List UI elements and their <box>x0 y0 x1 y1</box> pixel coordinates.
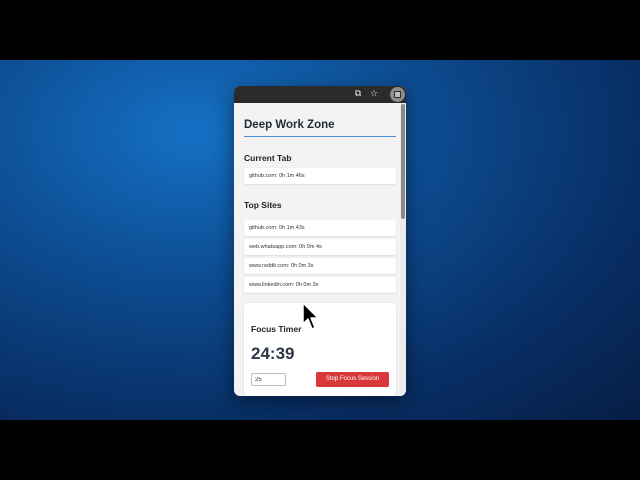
current-tab-entry: github.com: 0h 1m 46s <box>244 168 396 184</box>
minutes-input[interactable] <box>251 373 286 386</box>
list-item: github.com: 0h 1m 43s <box>244 220 396 236</box>
cast-icon[interactable]: ⧉ <box>352 88 364 100</box>
list-item: www.reddit.com: 0h 0m 3s <box>244 258 396 274</box>
top-sites-heading: Top Sites <box>244 200 282 210</box>
stop-focus-session-button[interactable]: Stop Focus Session <box>316 372 389 387</box>
star-icon[interactable]: ☆ <box>368 88 380 100</box>
extension-icon[interactable] <box>390 87 405 102</box>
focus-timer-heading: Focus Timer <box>251 324 302 334</box>
scrollbar-thumb[interactable] <box>401 104 405 219</box>
list-item: www.linkedin.com: 0h 0m 3s <box>244 277 396 293</box>
mouse-cursor-icon <box>302 302 319 330</box>
browser-toolbar: ⧉ ☆ <box>234 86 406 103</box>
page-title: Deep Work Zone <box>244 119 335 131</box>
letterbox-bottom <box>0 420 640 480</box>
extension-popup: ⧉ ☆ Deep Work Zone Current Tab github.co… <box>234 86 406 396</box>
list-item: web.whatsapp.com: 0h 0m 4s <box>244 239 396 255</box>
title-divider <box>244 136 396 137</box>
popup-content: Deep Work Zone Current Tab github.com: 0… <box>234 103 406 396</box>
letterbox-top <box>0 0 640 60</box>
current-tab-heading: Current Tab <box>244 153 292 163</box>
timer-countdown: 24:39 <box>251 344 295 363</box>
